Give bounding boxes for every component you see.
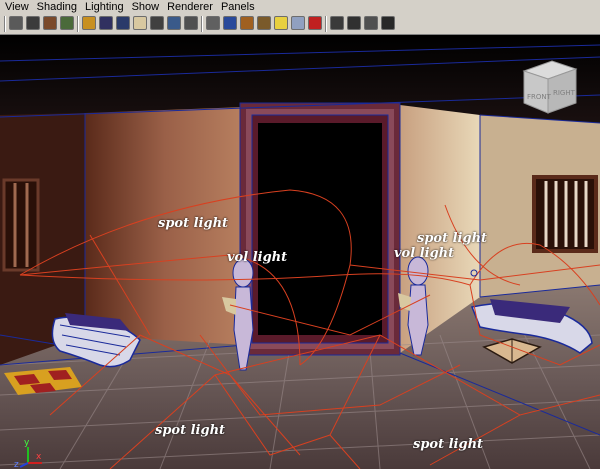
right-window [532,175,598,253]
spot-light-label-4: spot light [413,437,484,452]
textured-icon[interactable] [257,16,271,30]
camera-attributes-icon[interactable] [26,16,40,30]
bookmark-icon[interactable] [43,16,57,30]
toolbar-separator [201,16,203,32]
menu-panels[interactable]: Panels [216,0,258,14]
panel-toolbar [0,14,600,35]
axis-x-label: x [36,452,42,462]
view-cube-right[interactable]: RIGHT [553,89,576,97]
view-cube-front[interactable]: FRONT [527,93,552,101]
spot-light-label-1: spot light [158,216,229,231]
axis-z-label: z [14,460,19,469]
xray-icon[interactable] [330,16,344,30]
high-quality-icon[interactable] [364,16,378,30]
toolbar-separator [4,16,6,32]
vol-light-label-2: vol light [394,246,455,261]
shadows-icon[interactable] [291,16,305,30]
film-gate-icon[interactable] [99,16,113,30]
spot-light-label-3: spot light [155,423,226,438]
safe-action-icon[interactable] [167,16,181,30]
scene-render: y z x [0,35,600,469]
default-material-icon[interactable] [240,16,254,30]
toolbar-separator [77,16,79,32]
hardware-texture-icon[interactable] [308,16,322,30]
menu-shading[interactable]: Shading [32,0,80,14]
select-camera-icon[interactable] [9,16,23,30]
3d-viewport[interactable]: y z x FRONT RIGHT spot light spot light … [0,35,600,469]
safe-title-icon[interactable] [184,16,198,30]
resolution-gate-icon[interactable] [116,16,130,30]
menu-show[interactable]: Show [127,0,163,14]
menu-renderer[interactable]: Renderer [162,0,216,14]
use-all-lights-icon[interactable] [274,16,288,30]
toolbar-separator [325,16,327,32]
menu-lighting[interactable]: Lighting [80,0,127,14]
grid-icon[interactable] [82,16,96,30]
gate-mask-icon[interactable] [133,16,147,30]
vol-light-label-1: vol light [227,250,288,265]
resolution-icon[interactable] [381,16,395,30]
door-frame [239,102,401,356]
spot-light-label-2: spot light [417,231,488,246]
menu-view[interactable]: View [0,0,32,14]
smooth-shade-icon[interactable] [223,16,237,30]
isolate-select-icon[interactable] [347,16,361,30]
panel-menu-bar: View Shading Lighting Show Renderer Panels [0,0,600,14]
axis-y-label: y [24,438,30,448]
image-plane-icon[interactable] [60,16,74,30]
view-cube[interactable]: FRONT RIGHT [520,57,580,117]
field-chart-icon[interactable] [150,16,164,30]
left-window [2,178,40,272]
wireframe-icon[interactable] [206,16,220,30]
